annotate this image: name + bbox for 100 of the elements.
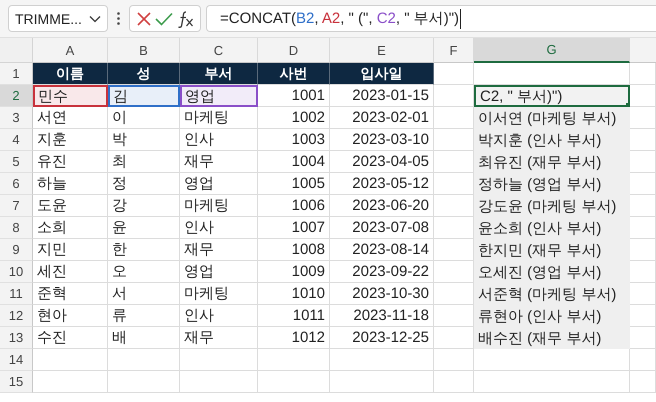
table-cell: 하늘	[33, 173, 108, 195]
row-header[interactable]: 7	[0, 195, 33, 217]
column-header[interactable]: G	[474, 38, 630, 63]
table-cell: 2023-07-08	[330, 217, 434, 239]
row-header[interactable]: 14	[0, 349, 33, 371]
table-cell: 2023-12-25	[330, 327, 434, 349]
row-header[interactable]: 2	[0, 85, 33, 107]
table-cell: 배	[108, 327, 180, 349]
table-cell: 도윤	[33, 195, 108, 217]
table-cell: 1001	[258, 85, 330, 107]
table-cell: 2023-02-01	[330, 107, 434, 129]
table-cell[interactable]: 한지민 (재무 부서)	[474, 239, 630, 261]
table-cell[interactable]: C2, " 부서)")	[474, 85, 630, 107]
table-cell: 지훈	[33, 129, 108, 151]
table-cell: 김	[108, 85, 180, 107]
table-cell: 서연	[33, 107, 108, 129]
table-cell[interactable]: 정하늘 (영업 부서)	[474, 173, 630, 195]
caret-icon	[89, 14, 101, 22]
table-cell: 1008	[258, 239, 330, 261]
row-header[interactable]: 1	[0, 63, 33, 85]
table-cell: 1007	[258, 217, 330, 239]
table-cell: 준혁	[33, 283, 108, 305]
table-cell: 박	[108, 129, 180, 151]
column-header[interactable]: D	[258, 38, 330, 63]
row-header[interactable]: 4	[0, 129, 33, 151]
column-header[interactable]: C	[180, 38, 258, 63]
table-cell[interactable]: 이서연 (마케팅 부서)	[474, 107, 630, 129]
table-cell: 마케팅	[180, 195, 258, 217]
row-header[interactable]: 6	[0, 173, 33, 195]
table-cell[interactable]: 배수진 (재무 부서)	[474, 327, 630, 349]
table-cell: 마케팅	[180, 283, 258, 305]
table-cell[interactable]: 서준혁 (마케팅 부서)	[474, 283, 630, 305]
row-header[interactable]: 11	[0, 283, 33, 305]
table-cell[interactable]: 박지훈 (인사 부서)	[474, 129, 630, 151]
header-cell: 입사일	[330, 63, 434, 85]
table-cell: 1005	[258, 173, 330, 195]
table-cell: 1006	[258, 195, 330, 217]
table-cell: 윤	[108, 217, 180, 239]
name-box[interactable]: TRIMME...	[8, 5, 108, 32]
column-header[interactable]: F	[434, 38, 474, 63]
table-cell: 인사	[180, 305, 258, 327]
table-cell: 정	[108, 173, 180, 195]
table-cell: 재무	[180, 327, 258, 349]
table-cell: 1011	[258, 305, 330, 327]
column-header[interactable]: B	[108, 38, 180, 63]
table-cell: 재무	[180, 239, 258, 261]
table-cell: 소희	[33, 217, 108, 239]
header-cell: 부서	[180, 63, 258, 85]
table-cell: 한	[108, 239, 180, 261]
row-header[interactable]: 3	[0, 107, 33, 129]
table-cell[interactable]: 오세진 (영업 부서)	[474, 261, 630, 283]
table-cell: 세진	[33, 261, 108, 283]
table-cell: 2023-04-05	[330, 151, 434, 173]
table-cell: 1002	[258, 107, 330, 129]
table-cell: 2023-06-20	[330, 195, 434, 217]
table-cell: 민수	[33, 85, 108, 107]
cancel-icon[interactable]	[136, 10, 152, 26]
column-header[interactable]	[630, 38, 656, 63]
row-header[interactable]: 9	[0, 239, 33, 261]
table-cell: 영업	[180, 85, 258, 107]
table-cell: 서	[108, 283, 180, 305]
table-cell: 마케팅	[180, 107, 258, 129]
check-icon[interactable]	[154, 12, 173, 26]
table-cell: 2023-10-30	[330, 283, 434, 305]
table-cell: 유진	[33, 151, 108, 173]
table-cell[interactable]: 최유진 (재무 부서)	[474, 151, 630, 173]
table-cell: 영업	[180, 173, 258, 195]
table-cell: 인사	[180, 129, 258, 151]
table-cell: 2023-05-12	[330, 173, 434, 195]
formula-field[interactable]: =CONCAT(B2, A2, " (", C2, " 부서)")	[206, 5, 656, 32]
header-cell: 이름	[33, 63, 108, 85]
table-cell[interactable]: 류현아 (인사 부서)	[474, 305, 630, 327]
header-cell: 사번	[258, 63, 330, 85]
table-cell[interactable]: 강도윤 (마케팅 부서)	[474, 195, 630, 217]
function-icon[interactable]	[176, 10, 194, 28]
table-cell: 1004	[258, 151, 330, 173]
column-header[interactable]: A	[33, 38, 108, 63]
table-cell[interactable]: 윤소희 (인사 부서)	[474, 217, 630, 239]
table-cell: 강	[108, 195, 180, 217]
row-header[interactable]: 5	[0, 151, 33, 173]
row-header[interactable]: 12	[0, 305, 33, 327]
table-cell: 1010	[258, 283, 330, 305]
table-cell: 2023-01-15	[330, 85, 434, 107]
column-header[interactable]: E	[330, 38, 434, 63]
table-cell: 류	[108, 305, 180, 327]
table-cell: 1009	[258, 261, 330, 283]
table-cell: 1003	[258, 129, 330, 151]
table-cell: 최	[108, 151, 180, 173]
table-cell: 오	[108, 261, 180, 283]
table-cell: 이	[108, 107, 180, 129]
row-header[interactable]: 8	[0, 217, 33, 239]
table-cell: 영업	[180, 261, 258, 283]
more-icon[interactable]	[117, 12, 120, 25]
table-cell: 지민	[33, 239, 108, 261]
row-header[interactable]: 13	[0, 327, 33, 349]
row-header[interactable]: 10	[0, 261, 33, 283]
table-cell: 인사	[180, 217, 258, 239]
table-cell: 2023-08-14	[330, 239, 434, 261]
select-all-button[interactable]	[0, 38, 33, 63]
row-header[interactable]: 15	[0, 371, 33, 393]
